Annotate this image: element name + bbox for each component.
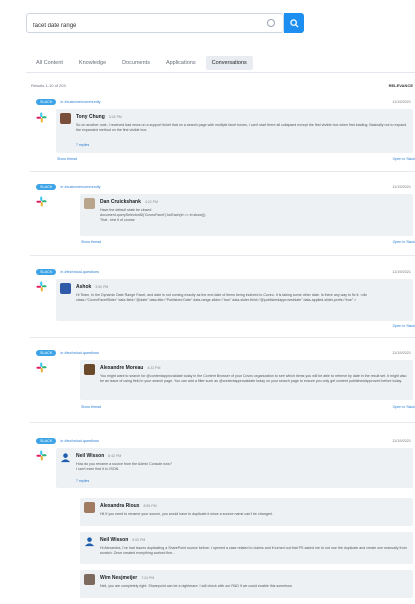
message-body: Hi Alexandra, I've had issues duplicatin…: [100, 546, 407, 555]
source-badge: SLACK: [36, 350, 57, 356]
result-card: SLACK in #customercommunity 11/19/2021 T…: [30, 97, 415, 172]
slack-icon: [36, 362, 47, 373]
result-date: 11/19/2021: [392, 351, 411, 355]
avatar: [60, 113, 71, 124]
message-body: So on another note, I received bad news …: [76, 123, 407, 132]
message-author: Alexandre Moreau 4:22 PM: [100, 365, 161, 371]
user-icon: [60, 453, 71, 463]
message-body: You might want to search for @contentapp…: [100, 374, 407, 383]
channel-link[interactable]: in #technical-questions: [60, 351, 99, 355]
message-author: Neil Wisson 8:42 PM: [76, 453, 122, 459]
search-icon: [289, 18, 299, 28]
open-in-slack-link[interactable]: Open in Slack: [393, 324, 415, 328]
source-badge: SLACK: [36, 99, 57, 105]
avatar: [84, 198, 95, 209]
message: Ashok 3:50 PM Hi Team, In the Dynamic Dat…: [56, 279, 413, 321]
message-author: Wim Nesjmeijer 7:24 PM: [100, 575, 155, 581]
message-author: Neil Wisson 9:00 PM: [100, 537, 146, 543]
source-badge: SLACK: [36, 184, 57, 190]
thread-reply: Neil Wisson 9:00 PM Hi Alexandra, I've ha…: [80, 532, 413, 564]
message-body: Have the default state be closed documen…: [100, 208, 206, 222]
open-in-slack-link[interactable]: Open in Slack: [393, 405, 415, 409]
tabs-divider: [26, 72, 415, 73]
search-bar: [26, 13, 304, 35]
avatar: [84, 502, 95, 513]
message-author: Alexandra Rioux 8:55 PM: [100, 503, 157, 509]
message-body: Hi Team, In the Dynamic Date Range Facet…: [76, 293, 368, 302]
message: Dan Cruickshank 4:22 PM Have the default …: [80, 194, 413, 236]
show-thread-link[interactable]: Show thread: [81, 240, 101, 244]
message: Alexandre Moreau 4:22 PM You might want t…: [80, 360, 413, 400]
slack-icon: [36, 450, 47, 461]
result-card: SLACK in #customercommunity 11/19/2021 D…: [30, 182, 415, 256]
loading-circle-icon[interactable]: [267, 19, 275, 27]
channel-link[interactable]: in #technical-questions: [60, 439, 99, 443]
slack-icon: [36, 281, 47, 292]
avatar: [60, 283, 71, 294]
channel-link[interactable]: in #technical-questions: [60, 270, 99, 274]
result-card: SLACK in #technical-questions 11/19/2021…: [30, 267, 415, 338]
open-in-slack-link[interactable]: Open in Slack: [393, 157, 415, 161]
channel-link[interactable]: in #customercommunity: [60, 100, 100, 104]
show-thread-link[interactable]: Show thread: [57, 157, 77, 161]
result-date: 11/19/2021: [392, 270, 411, 274]
source-badge: SLACK: [36, 269, 57, 275]
channel-link[interactable]: in #customercommunity: [60, 185, 100, 189]
tab-all-content[interactable]: All Content: [30, 56, 69, 70]
replies-link[interactable]: 7 replies: [76, 143, 89, 147]
user-icon: [84, 537, 95, 547]
open-in-slack-link[interactable]: Open in Slack: [393, 240, 415, 244]
tab-knowledge[interactable]: Knowledge: [73, 56, 112, 70]
search-box[interactable]: [26, 13, 284, 35]
avatar: [84, 574, 95, 585]
search-input[interactable]: [27, 17, 257, 35]
search-button[interactable]: [284, 13, 304, 33]
thread-reply: Alexandra Rioux 8:55 PM Hi! If you need t…: [80, 498, 413, 526]
thread-reply: Wim Nesjmeijer 7:24 PM Neil, you are comp…: [80, 570, 413, 598]
slack-icon: [36, 196, 47, 207]
message-body: Hi! If you need to rename your source, y…: [100, 512, 273, 516]
message-author: Ashok 3:50 PM: [76, 284, 109, 290]
message: Tony Chung 3:42 PM So on another note, I …: [56, 109, 413, 153]
result-card: SLACK in #technical-questions 11/19/2021…: [30, 348, 415, 423]
replies-link[interactable]: 7 replies: [76, 479, 89, 483]
message-author: Tony Chung 3:42 PM: [76, 114, 122, 120]
tab-conversations[interactable]: Conversations: [205, 56, 253, 70]
results-summary: Results 1-10 of 203: [31, 83, 66, 88]
result-card: SLACK in #technical-questions 11/19/2021…: [30, 436, 415, 602]
result-date: 11/19/2021: [392, 100, 411, 104]
source-badge: SLACK: [36, 438, 57, 444]
message: Neil Wisson 8:42 PM How do you rename a s…: [56, 448, 413, 488]
show-thread-link[interactable]: Show thread: [81, 405, 101, 409]
tab-documents[interactable]: Documents: [116, 56, 156, 70]
avatar: [84, 364, 95, 375]
slack-icon: [36, 112, 47, 123]
message-body: Neil, you are completely right. Sharepoi…: [100, 584, 293, 588]
result-date: 11/19/2021: [392, 185, 411, 189]
tab-applications[interactable]: Applications: [160, 56, 202, 70]
message-body: How do you rename a source from the Admi…: [76, 462, 172, 471]
result-date: 11/19/2021: [392, 439, 411, 443]
sort-relevance[interactable]: RELEVANCE: [389, 83, 413, 88]
message-author: Dan Cruickshank 4:22 PM: [100, 199, 158, 205]
content-tabs: All Content Knowledge Documents Applicat…: [30, 56, 253, 70]
